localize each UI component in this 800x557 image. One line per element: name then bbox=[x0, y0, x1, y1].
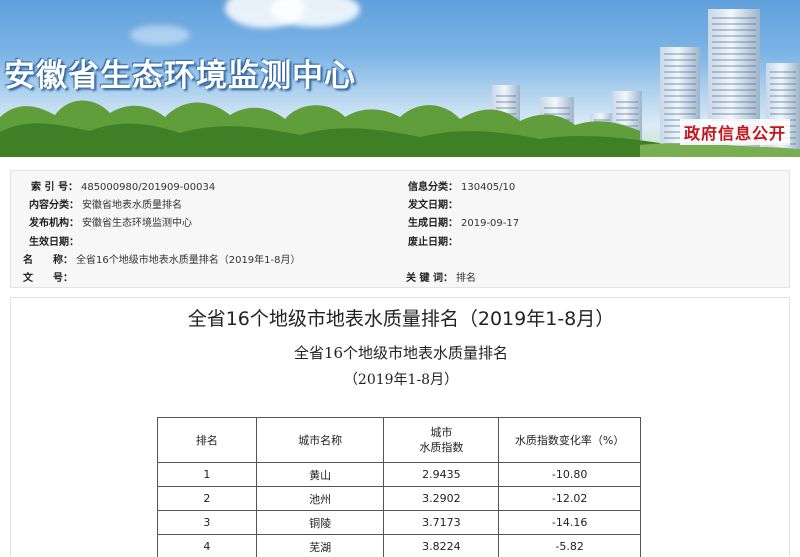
header-rank: 排名 bbox=[157, 417, 257, 463]
site-title: 安徽省生态环境监测中心 bbox=[4, 58, 356, 94]
table-header-row: 排名 城市名称 城市 水质指数 水质指数变化率（%） bbox=[157, 417, 641, 463]
meta-label: 索 引 号： bbox=[31, 182, 78, 193]
meta-name: 名 称： 全省16个地级市地表水质量排名（2019年1-8月） bbox=[23, 251, 301, 266]
document-metadata: 索 引 号： 485000980/201909-00034 信息分类： 130405… bbox=[10, 170, 790, 288]
meta-label: 废止日期： bbox=[408, 237, 458, 248]
meta-label: 文 号： bbox=[23, 273, 73, 284]
meta-value: 485000980/201909-00034 bbox=[80, 182, 216, 193]
cell-index: 3.8224 bbox=[383, 534, 500, 557]
cell-city: 芜湖 bbox=[255, 534, 385, 557]
table-row: 4 芜湖 3.8224 -5.82 bbox=[157, 534, 641, 557]
cell-rank: 3 bbox=[157, 510, 257, 535]
table-row: 2 池州 3.2902 -12.02 bbox=[157, 486, 641, 511]
cell-index: 2.9435 bbox=[383, 462, 500, 487]
meta-label: 信息分类： bbox=[408, 182, 458, 193]
meta-created-date: 生成日期： 2019-09-17 bbox=[408, 214, 519, 229]
cell-city: 池州 bbox=[255, 486, 385, 511]
table-row: 3 铜陵 3.7173 -14.16 bbox=[157, 510, 641, 535]
meta-publish-date: 发文日期： bbox=[408, 196, 461, 211]
cell-city: 铜陵 bbox=[255, 510, 385, 535]
header-change-rate: 水质指数变化率（%） bbox=[498, 417, 641, 463]
meta-label: 内容分类： bbox=[29, 200, 79, 211]
header-water-index-line2: 水质指数 bbox=[419, 441, 464, 454]
meta-effective-date: 生效日期： bbox=[29, 233, 82, 248]
meta-label: 关 键 词： bbox=[406, 273, 453, 284]
meta-index-no: 索 引 号： 485000980/201909-00034 bbox=[31, 178, 215, 193]
meta-value: 安徽省生态环境监测中心 bbox=[82, 218, 192, 229]
meta-label: 名 称： bbox=[23, 255, 73, 266]
cell-rank: 2 bbox=[157, 486, 257, 511]
article-content: 全省16个地级市地表水质量排名（2019年1-8月） 全省16个地级市地表水质量… bbox=[10, 297, 790, 557]
table-caption-period: （2019年1-8月） bbox=[343, 372, 459, 388]
header-water-index: 城市 水质指数 bbox=[383, 417, 500, 463]
header-water-index-line1: 城市 bbox=[430, 426, 453, 439]
cell-index: 3.2902 bbox=[383, 486, 500, 511]
site-banner: 安徽省生态环境监测中心 政府信息公开 bbox=[0, 0, 800, 157]
meta-label: 生效日期： bbox=[29, 237, 79, 248]
cloud-decoration bbox=[130, 25, 190, 45]
meta-doc-no: 文 号： bbox=[23, 269, 76, 284]
meta-value: 全省16个地级市地表水质量排名（2019年1-8月） bbox=[76, 255, 301, 266]
meta-publisher: 发布机构： 安徽省生态环境监测中心 bbox=[29, 214, 192, 229]
meta-label: 发文日期： bbox=[408, 200, 458, 211]
meta-info-category: 信息分类： 130405/10 bbox=[408, 178, 515, 193]
table-caption: 全省16个地级市地表水质量排名 bbox=[293, 344, 509, 362]
article-title: 全省16个地级市地表水质量排名（2019年1-8月） bbox=[187, 308, 615, 330]
cell-change: -5.82 bbox=[498, 534, 641, 557]
meta-value: 2019-09-17 bbox=[461, 218, 520, 229]
cell-rank: 4 bbox=[157, 534, 257, 557]
cell-change: -10.80 bbox=[498, 462, 641, 487]
meta-repeal-date: 废止日期： bbox=[408, 233, 461, 248]
gov-info-disclosure-label[interactable]: 政府信息公开 bbox=[679, 119, 790, 145]
meta-label: 发布机构： bbox=[29, 218, 79, 229]
cell-index: 3.7173 bbox=[383, 510, 500, 535]
ranking-table: 排名 城市名称 城市 水质指数 水质指数变化率（%） 1 黄山 2.9435 -… bbox=[157, 417, 641, 557]
meta-value: 安徽省地表水质量排名 bbox=[82, 200, 182, 211]
cell-rank: 1 bbox=[157, 462, 257, 487]
table-row: 1 黄山 2.9435 -10.80 bbox=[157, 462, 641, 487]
cell-change: -12.02 bbox=[498, 486, 641, 511]
meta-value: 排名 bbox=[455, 273, 476, 284]
meta-content-category: 内容分类： 安徽省地表水质量排名 bbox=[29, 196, 182, 211]
cell-change: -14.16 bbox=[498, 510, 641, 535]
meta-value: 130405/10 bbox=[461, 182, 516, 193]
header-city: 城市名称 bbox=[255, 417, 385, 463]
meta-label: 生成日期： bbox=[408, 218, 458, 229]
meta-keywords: 关 键 词： 排名 bbox=[406, 269, 476, 284]
cell-city: 黄山 bbox=[255, 462, 385, 487]
